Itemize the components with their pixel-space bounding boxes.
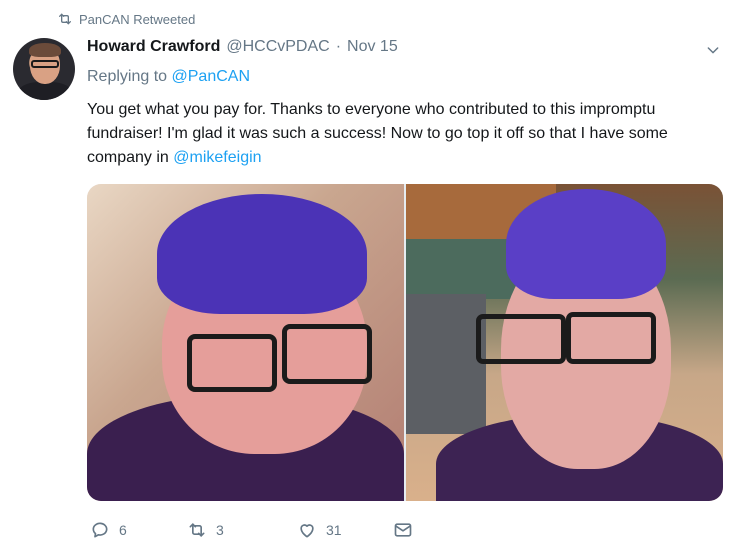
tweet-text: You get what you pay for. Thanks to ever… bbox=[87, 98, 727, 170]
avatar[interactable] bbox=[13, 38, 75, 100]
replying-to-link[interactable]: @PanCAN bbox=[172, 68, 251, 85]
retweet-icon bbox=[189, 523, 205, 537]
media-grid bbox=[87, 184, 723, 501]
retweet-context: PanCAN Retweeted bbox=[57, 11, 195, 27]
heart-icon bbox=[300, 524, 314, 538]
tweet-actions: 6 3 31 bbox=[90, 520, 413, 540]
author-name[interactable]: Howard Crawford bbox=[87, 38, 220, 56]
photo-left[interactable] bbox=[87, 184, 404, 501]
like-count: 31 bbox=[326, 522, 342, 538]
mention-link[interactable]: @mikefeigin bbox=[173, 149, 261, 166]
tweet-header: Howard Crawford @HCCvPDAC · Nov 15 bbox=[87, 38, 398, 56]
envelope-icon bbox=[394, 523, 412, 537]
photo-right[interactable] bbox=[406, 184, 723, 501]
retweet-context-label[interactable]: PanCAN Retweeted bbox=[79, 12, 195, 27]
separator-dot: · bbox=[335, 38, 342, 55]
reply-count: 6 bbox=[119, 522, 127, 538]
chevron-down-icon[interactable] bbox=[705, 42, 721, 58]
direct-message-button[interactable] bbox=[393, 520, 413, 540]
replying-prefix: Replying to bbox=[87, 68, 168, 85]
retweet-count: 3 bbox=[216, 522, 224, 538]
replying-to: Replying to @PanCAN bbox=[87, 68, 250, 86]
retweet-button[interactable]: 3 bbox=[187, 520, 297, 540]
reply-button[interactable]: 6 bbox=[90, 520, 187, 540]
like-button[interactable]: 31 bbox=[297, 520, 393, 540]
author-handle[interactable]: @HCCvPDAC bbox=[226, 38, 329, 56]
retweet-icon bbox=[59, 13, 71, 25]
reply-icon bbox=[92, 522, 108, 538]
tweet-date[interactable]: Nov 15 bbox=[347, 38, 398, 56]
